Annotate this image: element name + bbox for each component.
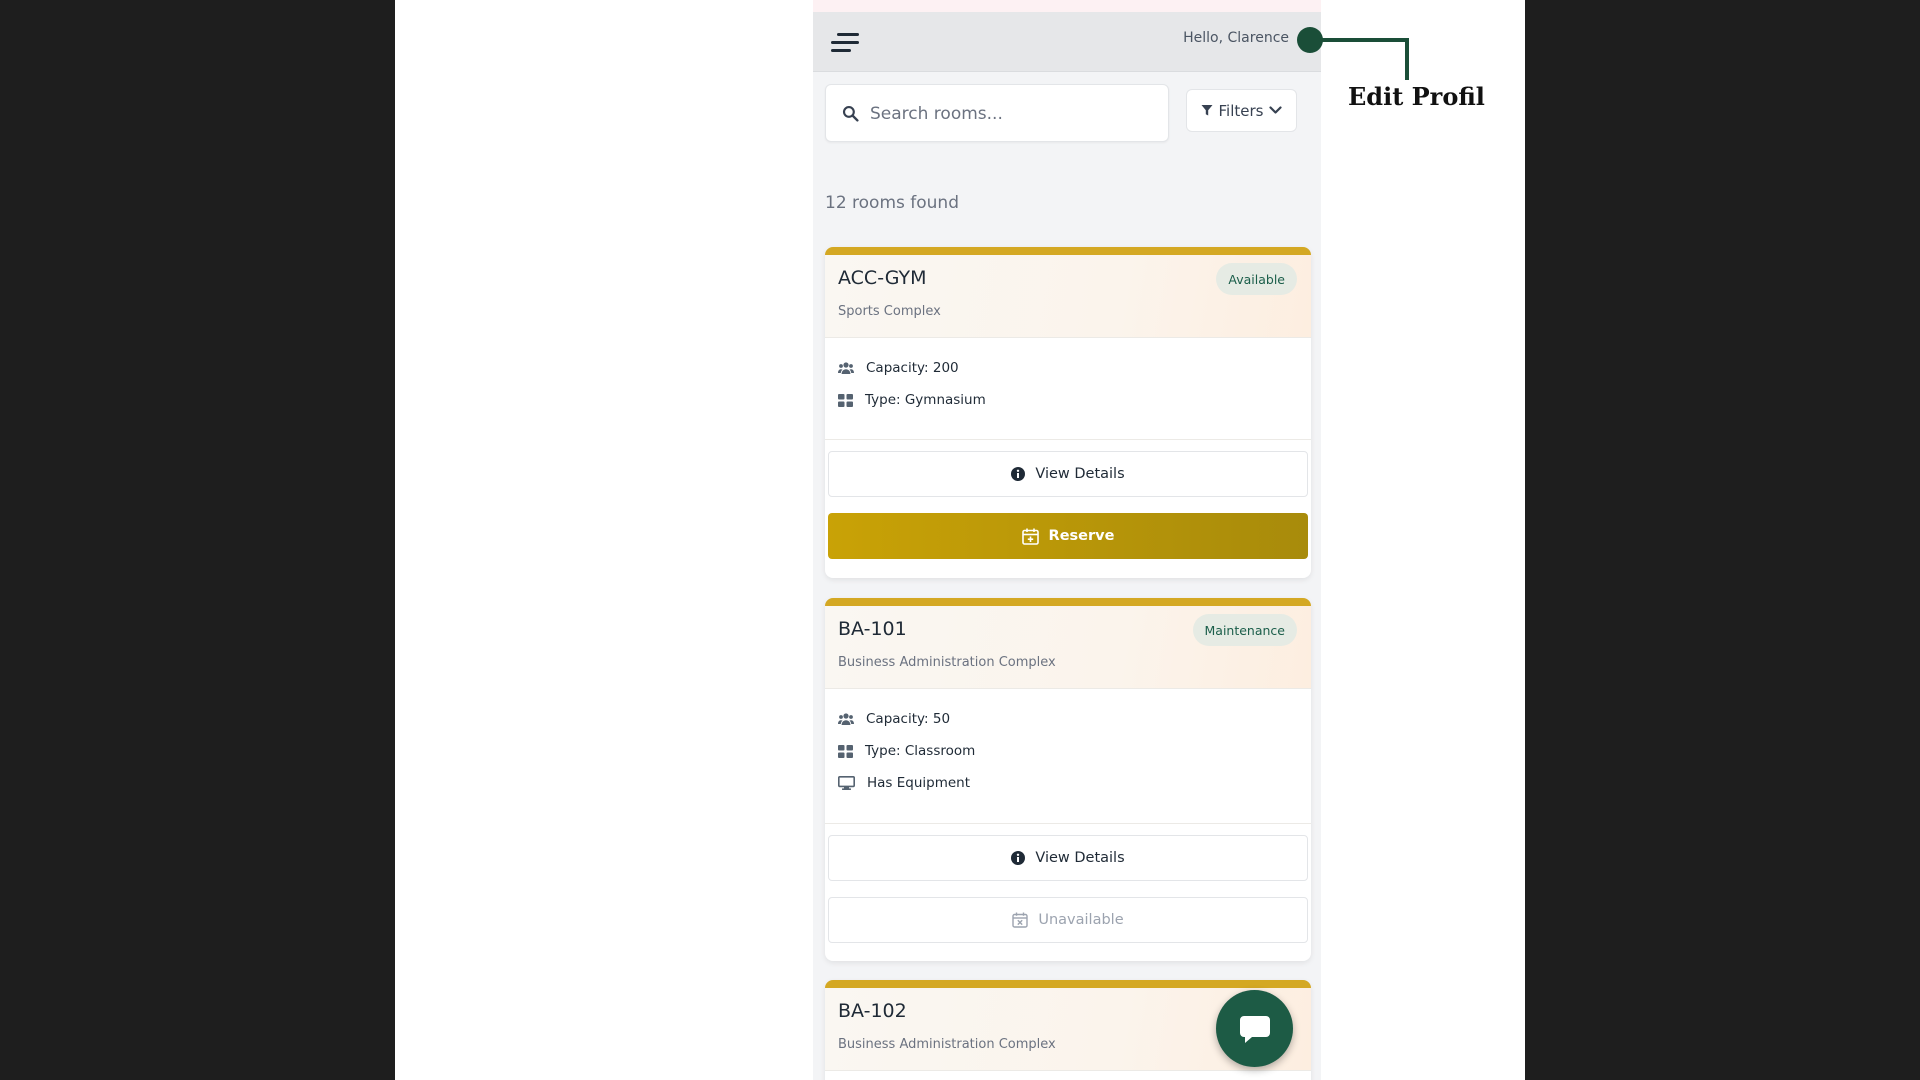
room-feature: Has Equipment: [838, 775, 970, 791]
filters-label: Filters: [1218, 101, 1264, 120]
room-type: Type: Classroom: [865, 743, 976, 759]
filters-button[interactable]: Filters: [1186, 89, 1297, 132]
monitor-icon: [838, 776, 855, 790]
info-circle-icon: [1011, 467, 1026, 481]
grid-icon: [838, 744, 853, 758]
room-capacity: Capacity: 50: [866, 711, 951, 727]
status-badge: Maintenance: [1192, 614, 1297, 646]
room-building: Business Administration Complex: [838, 655, 1056, 670]
view-details-label: View Details: [1035, 466, 1125, 482]
room-building: Business Administration Complex: [838, 1037, 1056, 1052]
room-name: BA-101: [838, 618, 907, 640]
room-feature: Capacity: 50: [838, 711, 950, 727]
user-greeting[interactable]: Hello, Clarence: [1183, 30, 1289, 46]
unavailable-button[interactable]: Unavailable: [828, 897, 1308, 943]
room-name: ACC-GYM: [838, 267, 927, 289]
room-card-header: BA-101 Business Administration Complex M…: [825, 606, 1311, 689]
status-strip: [813, 0, 1321, 12]
users-icon: [838, 361, 854, 374]
mobile-app-view: Hello, Clarence Filters 12 rooms found A…: [813, 0, 1321, 1080]
room-card: BA-101 Business Administration Complex M…: [825, 598, 1311, 961]
room-card-header: ACC-GYM Sports Complex Available: [825, 255, 1311, 338]
app-header: Hello, Clarence: [813, 12, 1321, 72]
results-count: 12 rooms found: [825, 193, 959, 213]
menu-icon: [831, 49, 851, 52]
search-input[interactable]: [870, 97, 1158, 131]
room-capacity: Capacity: 200: [866, 360, 959, 376]
menu-icon: [837, 33, 859, 36]
room-feature: Type: Gymnasium: [838, 392, 986, 408]
menu-icon: [831, 41, 859, 44]
reserve-button[interactable]: Reserve: [828, 513, 1308, 559]
view-details-label: View Details: [1035, 850, 1125, 866]
view-details-button[interactable]: View Details: [828, 835, 1308, 881]
room-card-body: Capacity: 200 Type: Gymnasium: [825, 338, 1311, 440]
reserve-label: Reserve: [1048, 528, 1115, 544]
annotation-connector: [1320, 38, 1409, 42]
room-equipment: Has Equipment: [867, 775, 971, 791]
chevron-down-icon: [1269, 106, 1283, 114]
chat-icon: [1239, 1015, 1270, 1043]
status-badge: Available: [1216, 263, 1297, 295]
unavailable-label: Unavailable: [1038, 912, 1124, 928]
annotation-connector: [1405, 38, 1409, 80]
room-name: BA-102: [838, 1000, 907, 1022]
room-type: Type: Gymnasium: [865, 392, 986, 408]
users-icon: [838, 712, 854, 725]
info-circle-icon: [1011, 851, 1026, 865]
room-building: Sports Complex: [838, 304, 941, 319]
calendar-plus-icon: [1021, 528, 1039, 545]
filter-icon: [1201, 105, 1213, 116]
search-box[interactable]: [825, 84, 1169, 142]
room-feature: Capacity: 200: [838, 360, 959, 376]
room-feature: Type: Classroom: [838, 743, 975, 759]
room-card-body: Capacity: 50 Type: Classroom Has Equipme…: [825, 689, 1311, 824]
annotation-label: Edit Profil: [1348, 82, 1485, 111]
view-details-button[interactable]: View Details: [828, 451, 1308, 497]
grid-icon: [838, 393, 853, 407]
chat-button[interactable]: [1216, 990, 1293, 1067]
search-icon: [842, 105, 859, 122]
menu-button[interactable]: [831, 32, 861, 56]
room-card: ACC-GYM Sports Complex Available Capacit…: [825, 247, 1311, 578]
calendar-x-icon: [1012, 912, 1029, 928]
